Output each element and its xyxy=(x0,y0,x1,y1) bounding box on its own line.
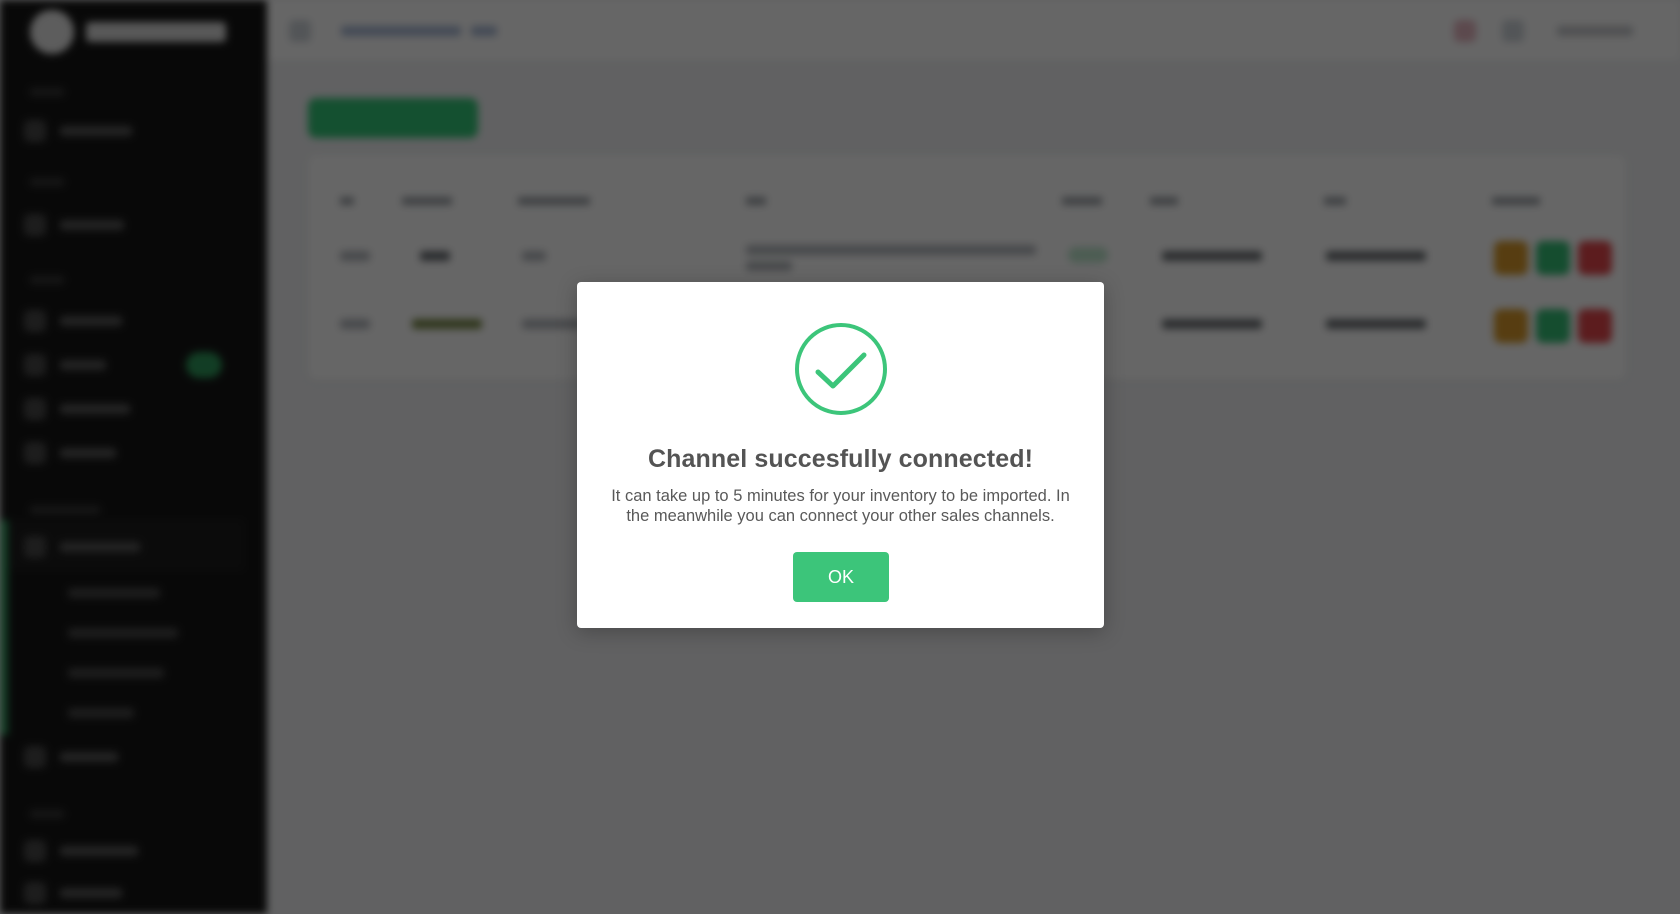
dialog-title: Channel succesfully connected! xyxy=(647,445,1034,473)
success-dialog: Channel succesfully connected! It can ta… xyxy=(577,282,1104,628)
checkmark-circle-icon xyxy=(795,323,887,415)
ok-button[interactable]: OK xyxy=(793,552,889,602)
dialog-message: It can take up to 5 minutes for your inv… xyxy=(611,487,1070,525)
